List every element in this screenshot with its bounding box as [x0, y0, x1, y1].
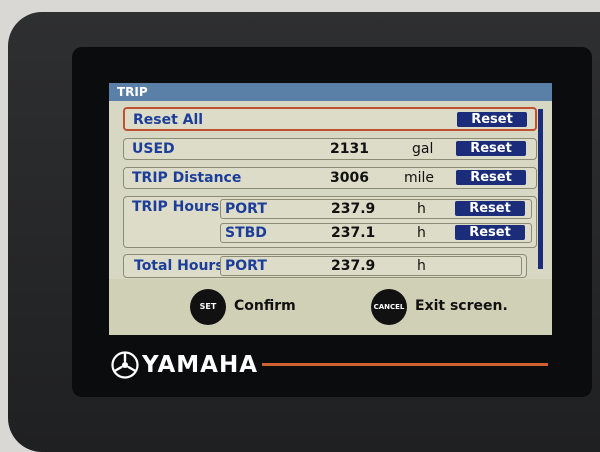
brand-accent-line [262, 363, 548, 366]
trip-hours-port-unit: h [417, 201, 426, 217]
yamaha-tuning-fork-icon [111, 351, 139, 379]
reset-all-row[interactable]: Reset All Reset [123, 107, 537, 131]
total-hours-port-value: 237.9 [331, 258, 376, 274]
trip-hours-stbd-label: STBD [225, 225, 267, 241]
trip-distance-label: TRIP Distance [132, 170, 242, 186]
set-key[interactable]: SET [190, 289, 226, 325]
key-guide: SET Confirm CANCEL Exit screen. [109, 279, 552, 335]
trip-distance-unit: mile [404, 170, 435, 186]
total-hours-port-row: PORT 237.9 h [220, 256, 522, 276]
trip-hours-stbd-row: STBD 237.1 h Reset [220, 223, 532, 243]
set-key-text: Confirm [234, 298, 296, 314]
cancel-key-text: Exit screen. [415, 298, 508, 314]
used-unit: gal [412, 141, 434, 157]
scrollbar[interactable] [538, 109, 543, 269]
trip-hours-port-reset-button[interactable]: Reset [455, 201, 525, 216]
used-row: USED 2131 gal Reset [123, 138, 537, 160]
cancel-key[interactable]: CANCEL [371, 289, 407, 325]
used-reset-button[interactable]: Reset [456, 141, 526, 156]
trip-hours-stbd-unit: h [417, 225, 426, 241]
trip-hours-stbd-reset-button[interactable]: Reset [455, 225, 525, 240]
trip-hours-label: TRIP Hours [132, 199, 220, 215]
total-hours-port-unit: h [417, 258, 426, 274]
trip-hours-stbd-value: 237.1 [331, 225, 376, 241]
total-hours-label: Total Hours [134, 258, 224, 274]
used-value: 2131 [330, 141, 369, 157]
reset-all-button[interactable]: Reset [457, 112, 527, 127]
trip-hours-row: TRIP Hours PORT 237.9 h Reset STBD 237.1… [123, 196, 537, 248]
used-label: USED [132, 141, 175, 157]
trip-hours-port-row: PORT 237.9 h Reset [220, 199, 532, 219]
trip-distance-row: TRIP Distance 3006 mile Reset [123, 167, 537, 189]
total-hours-port-label: PORT [225, 258, 267, 274]
screen-title: TRIP [109, 83, 552, 101]
trip-hours-port-value: 237.9 [331, 201, 376, 217]
brand-name: YAMAHA [142, 352, 258, 378]
trip-screen: TRIP Reset All Reset USED 2131 gal Reset… [109, 83, 552, 335]
reset-all-label: Reset All [133, 112, 204, 128]
total-hours-row: Total Hours PORT 237.9 h [123, 254, 527, 278]
trip-distance-reset-button[interactable]: Reset [456, 170, 526, 185]
trip-distance-value: 3006 [330, 170, 369, 186]
trip-hours-port-label: PORT [225, 201, 267, 217]
